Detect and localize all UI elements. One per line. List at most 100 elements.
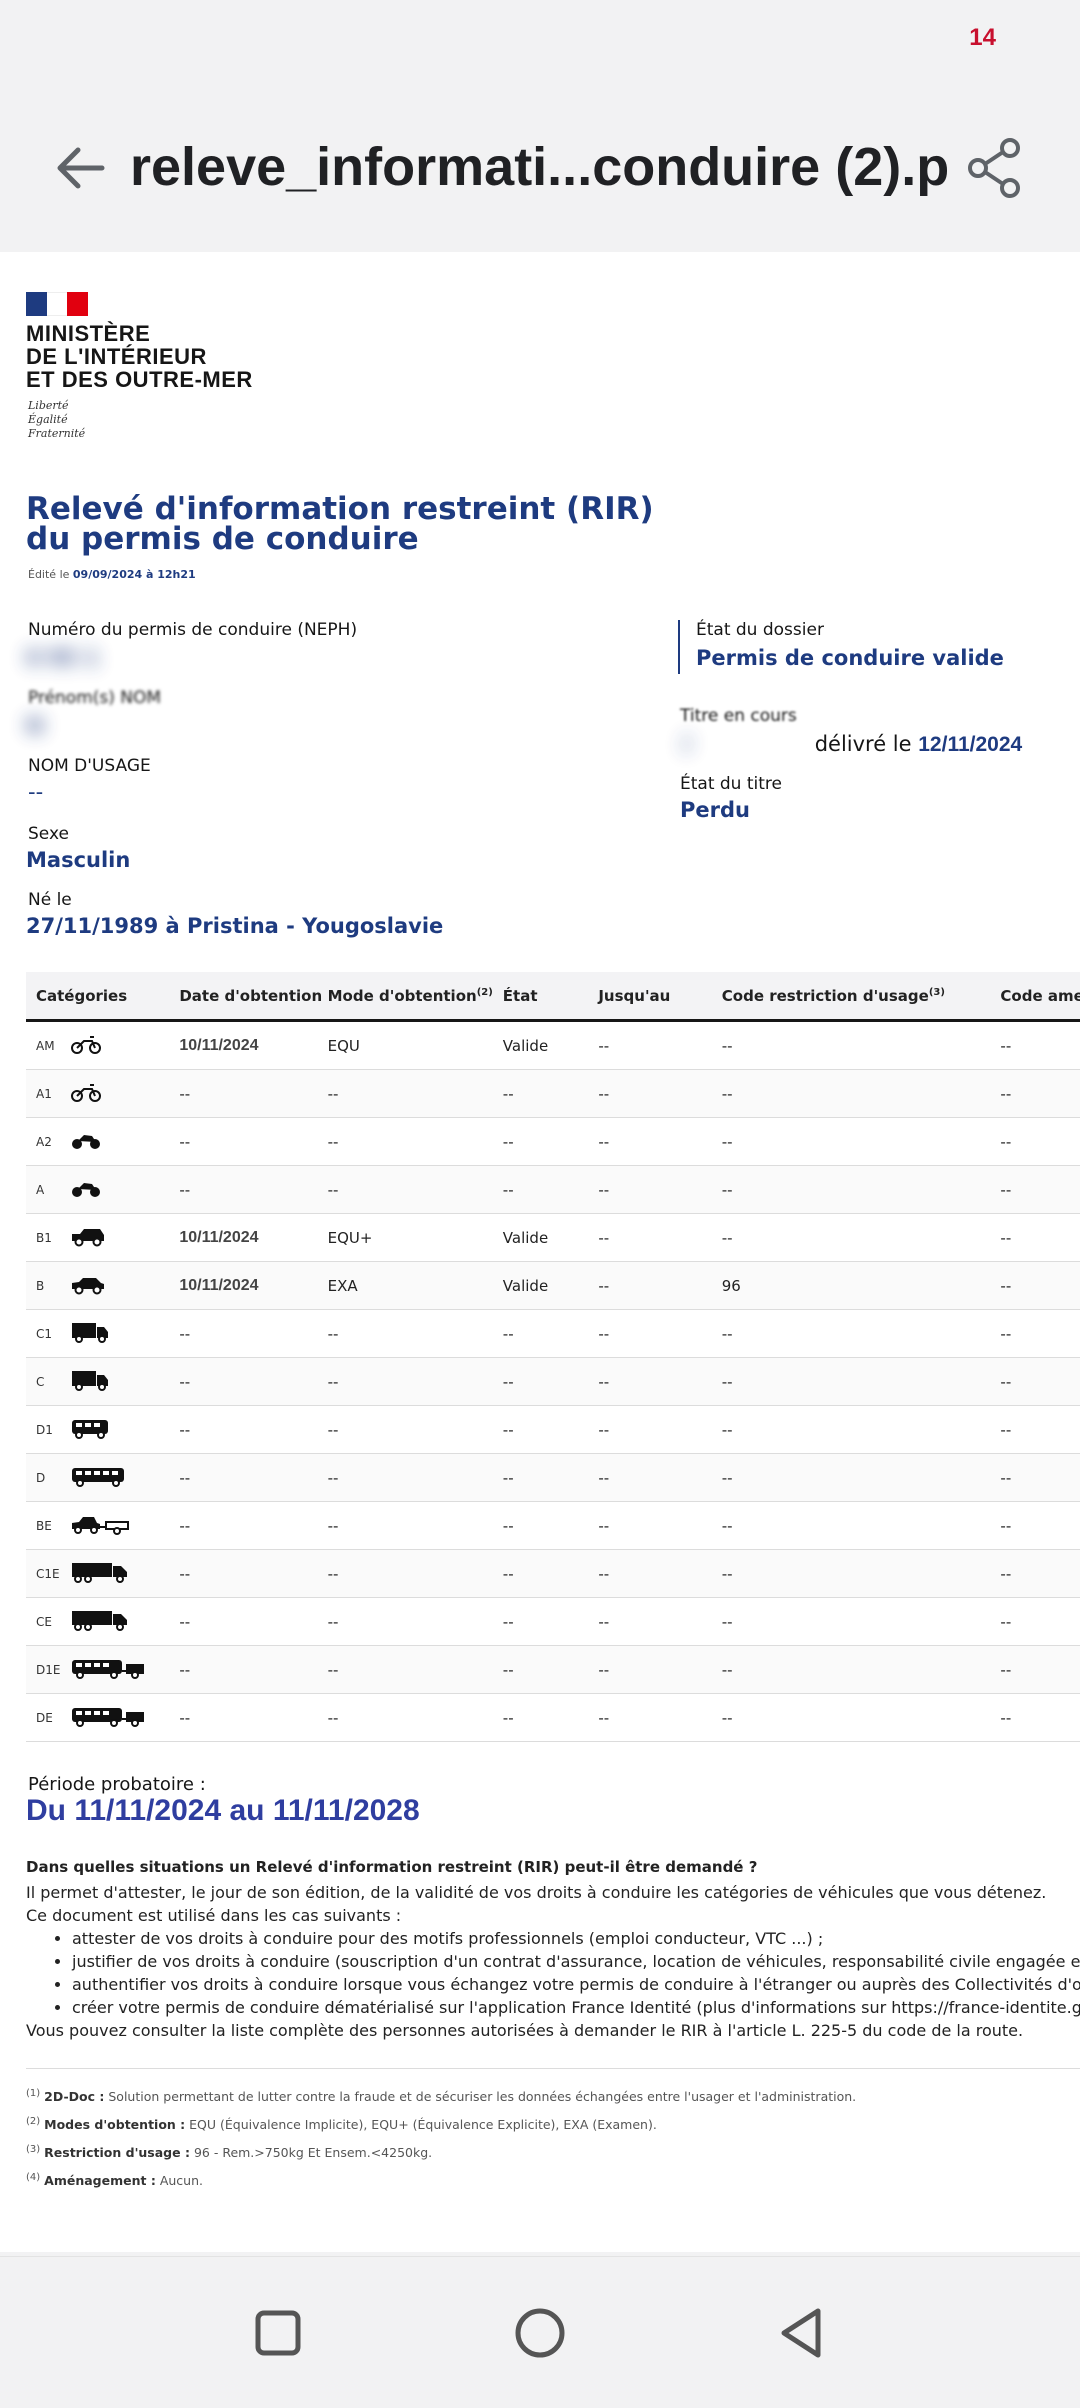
- mode-cell: --: [327, 1612, 339, 1631]
- sex-value: Masculin: [26, 848, 131, 872]
- category-code: AM: [36, 1038, 55, 1053]
- restriction-cell: --: [721, 1516, 733, 1535]
- footnote: (3) Restriction d'usage : 96 - Rem.>750k…: [26, 2144, 433, 2161]
- motorcycle-icon: [70, 1177, 102, 1203]
- restriction-cell: --: [721, 1420, 733, 1439]
- category-cell: D1E: [26, 1657, 175, 1683]
- category-cell: C1: [26, 1321, 175, 1347]
- restriction-cell: 96: [721, 1276, 741, 1295]
- table-row: A2 -- -- -- -- -- --: [26, 1118, 1080, 1166]
- restriction-cell: --: [721, 1036, 733, 1055]
- restriction-cell: --: [721, 1324, 733, 1343]
- state-cell: --: [502, 1084, 514, 1103]
- amenagement-cell: --: [1000, 1420, 1012, 1439]
- ministry-line: MINISTÈRE: [26, 321, 151, 346]
- info-paragraph: Ce document est utilisé dans les cas sui…: [26, 1906, 402, 1925]
- dossier-status-value: Permis de conduire valide: [696, 646, 1004, 670]
- car-trailer-icon: [70, 1513, 130, 1539]
- mode-cell: --: [327, 1468, 339, 1487]
- amenagement-cell: --: [1000, 1324, 1012, 1343]
- ministry-name: MINISTÈRE DE L'INTÉRIEUR ET DES OUTRE-ME…: [26, 322, 253, 391]
- date-cell: --: [179, 1708, 191, 1727]
- app-bar: releve_informati...conduire (2).pdf: [0, 118, 1080, 228]
- until-cell: --: [598, 1612, 610, 1631]
- system-nav-bar: [0, 2256, 1080, 2408]
- category-code: A1: [36, 1086, 52, 1101]
- table-row: B1 10/11/2024 EQU+ Valide -- -- --: [26, 1214, 1080, 1262]
- date-cell: --: [179, 1564, 191, 1583]
- republic-motto: Liberté Égalité Fraternité: [28, 399, 85, 441]
- date-cell: --: [179, 1324, 191, 1343]
- amenagement-cell: --: [1000, 1228, 1012, 1247]
- state-cell: --: [502, 1468, 514, 1487]
- state-cell: Valide: [502, 1228, 549, 1247]
- amenagement-cell: --: [1000, 1132, 1012, 1151]
- date-cell: --: [179, 1132, 191, 1151]
- footnote: (4) Aménagement : Aucun.: [26, 2172, 203, 2189]
- col-header-date: Date d'obtention: [179, 986, 323, 1005]
- state-cell: Valide: [502, 1036, 549, 1055]
- pdf-page[interactable]: MINISTÈRE DE L'INTÉRIEUR ET DES OUTRE-ME…: [0, 252, 1080, 2252]
- truck-icon: [70, 1321, 110, 1347]
- col-header-state: État: [502, 986, 538, 1005]
- motto-line: Égalité: [28, 413, 68, 426]
- until-cell: --: [598, 1036, 610, 1055]
- motto-line: Fraternité: [28, 427, 86, 440]
- neph-value: 0 95 1: [26, 646, 100, 670]
- date-cell: --: [179, 1180, 191, 1199]
- edited-value: 09/09/2024 à 12h21: [72, 568, 196, 581]
- names-value: N: [26, 714, 44, 738]
- info-bullet: créer votre permis de conduire dématéria…: [72, 1996, 1080, 2019]
- category-cell: B: [26, 1273, 175, 1299]
- restriction-cell: --: [721, 1372, 733, 1391]
- until-cell: --: [598, 1228, 610, 1247]
- state-cell: --: [502, 1708, 514, 1727]
- table-header: Catégories Date d'obtention Mode d'obten…: [26, 972, 1080, 1022]
- sex-label: Sexe: [28, 824, 69, 844]
- category-code: D1E: [36, 1662, 61, 1677]
- edited-date: Édité le 09/09/2024 à 12h21: [28, 568, 196, 581]
- category-cell: D1: [26, 1417, 175, 1443]
- back-arrow-icon[interactable]: [52, 140, 108, 196]
- recents-square-icon[interactable]: [248, 2303, 308, 2363]
- document-title: releve_informati...conduire (2).pdf: [130, 137, 950, 197]
- category-cell: A2: [26, 1129, 175, 1155]
- category-cell: AM: [26, 1033, 175, 1059]
- back-triangle-icon[interactable]: [772, 2303, 832, 2363]
- motorcycle-icon: [70, 1129, 102, 1155]
- moped-icon: [70, 1033, 102, 1059]
- date-cell: --: [179, 1420, 191, 1439]
- until-cell: --: [598, 1708, 610, 1727]
- until-cell: --: [598, 1372, 610, 1391]
- col-header-mode: Mode d'obtention(2): [327, 986, 493, 1005]
- share-icon[interactable]: [964, 136, 1028, 200]
- bus-icon: [70, 1465, 126, 1491]
- until-cell: --: [598, 1180, 610, 1199]
- state-cell: --: [502, 1180, 514, 1199]
- category-code: C: [36, 1374, 45, 1389]
- restriction-cell: --: [721, 1660, 733, 1679]
- until-cell: --: [598, 1468, 610, 1487]
- table-row: B 10/11/2024 EXA Valide -- 96 --: [26, 1262, 1080, 1310]
- status-time: 14: [969, 24, 996, 51]
- table-row: D -- -- -- -- -- --: [26, 1454, 1080, 1502]
- neph-label: Numéro du permis de conduire (NEPH): [28, 620, 358, 640]
- info-paragraph: Il permet d'attester, le jour de son édi…: [26, 1883, 1047, 1902]
- category-code: DE: [36, 1710, 53, 1725]
- col-header-amenagement: Code ame: [1000, 986, 1080, 1005]
- date-cell: --: [179, 1084, 191, 1103]
- table-row: CE -- -- -- -- -- --: [26, 1598, 1080, 1646]
- info-bullet: justifier de vos droits à conduire (sous…: [72, 1950, 1080, 1973]
- motto-line: Liberté: [28, 399, 69, 412]
- document-heading: Relevé d'information restreint (RIR) du …: [26, 494, 654, 555]
- amenagement-cell: --: [1000, 1372, 1012, 1391]
- state-cell: --: [502, 1564, 514, 1583]
- restriction-cell: --: [721, 1564, 733, 1583]
- table-row: BE -- -- -- -- -- --: [26, 1502, 1080, 1550]
- home-circle-icon[interactable]: [510, 2303, 570, 2363]
- mode-cell: --: [327, 1420, 339, 1439]
- restriction-cell: --: [721, 1228, 733, 1247]
- category-cell: C1E: [26, 1561, 175, 1587]
- info-question: Dans quelles situations un Relevé d'info…: [26, 1858, 758, 1876]
- date-cell: --: [179, 1516, 191, 1535]
